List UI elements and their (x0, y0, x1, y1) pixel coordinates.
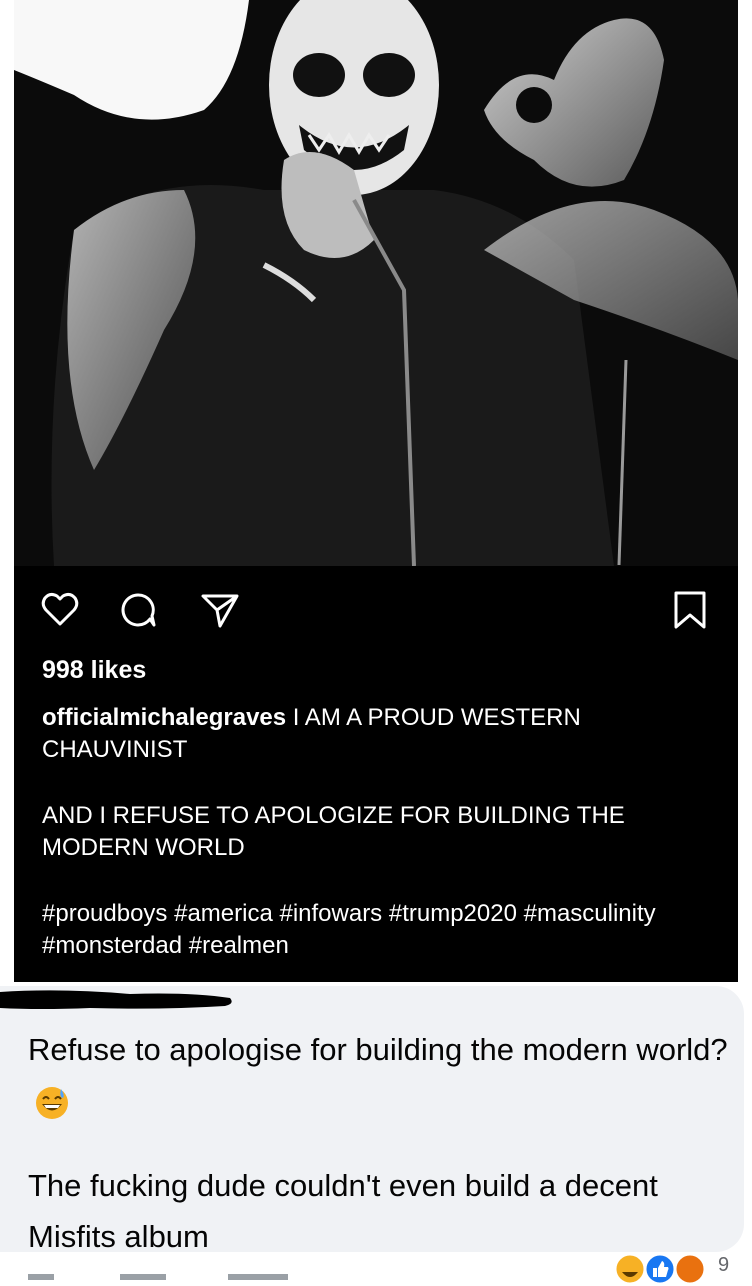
heart-icon[interactable] (40, 590, 80, 630)
caption-hashtags[interactable]: #proudboys #america #infowars #trump2020… (42, 898, 722, 962)
comment-line-1: Refuse to apologise for building the mod… (28, 1032, 728, 1067)
post-caption: officialmichalegraves I AM A PROUD WESTE… (42, 702, 722, 962)
performer-photo-image (14, 0, 738, 566)
comment-body: Refuse to apologise for building the mod… (28, 1024, 728, 1262)
grinning-sweat-emoji-icon (36, 1086, 68, 1119)
post-action-bar (14, 580, 738, 640)
facebook-comment: Refuse to apologise for building the mod… (0, 982, 752, 1280)
bookmark-icon[interactable] (670, 590, 710, 630)
post-username[interactable]: officialmichalegraves (42, 704, 286, 731)
reaction-count[interactable]: 9 (718, 1254, 729, 1277)
instagram-post-screenshot: 998 likes officialmichalegraves I AM A P… (14, 0, 738, 982)
comment-action-links-cutoff (28, 1274, 288, 1280)
comment-line-2: The fucking dude couldn't even build a d… (28, 1168, 658, 1254)
comment-icon[interactable] (118, 590, 158, 630)
comment-bubble: Refuse to apologise for building the mod… (0, 986, 744, 1254)
share-icon[interactable] (200, 590, 240, 630)
post-photo[interactable] (14, 0, 738, 566)
caption-line-2: AND I REFUSE TO APOLOGIZE FOR BUILDING T… (42, 802, 625, 861)
redacted-commenter-name (0, 990, 232, 1009)
reaction-summary[interactable] (612, 1252, 716, 1286)
likes-count[interactable]: 998 likes (42, 656, 146, 685)
